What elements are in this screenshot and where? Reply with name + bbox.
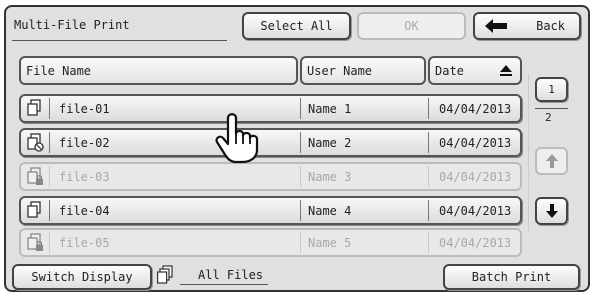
column-header-user-name[interactable]: User Name [300,56,426,85]
document-icon [27,201,41,218]
table-row: file-05 Name 5 04/04/2013 [19,228,522,257]
back-button[interactable]: Back [473,12,581,40]
total-pages: 2 [545,111,552,124]
back-arrow-icon [485,19,507,33]
batch-print-button[interactable]: Batch Print [443,264,580,290]
row-divider [428,200,429,221]
row-divider [428,232,429,253]
ok-button[interactable]: OK [357,12,466,40]
row-user-name: Name 2 [308,135,352,150]
document-locked-icon [27,233,43,251]
row-date: 04/04/2013 [439,101,512,116]
row-icon-divider [49,166,50,187]
multiple-documents-icon [157,265,173,284]
row-date: 04/04/2013 [439,135,512,150]
column-header-file-name-label: File Name [26,63,92,78]
table-row[interactable]: file-02 Name 2 04/04/2013 [19,128,522,157]
row-icon-divider [49,132,50,153]
table-row[interactable]: file-04 Name 4 04/04/2013 [19,196,522,225]
row-divider [428,98,429,119]
row-file-name: file-04 [59,203,110,218]
row-user-name: Name 1 [308,101,352,116]
scroll-down-button[interactable] [535,197,568,225]
title-underline [12,40,227,41]
switch-display-button[interactable]: Switch Display [12,264,152,290]
row-file-name: file-01 [59,101,110,116]
page-number-button[interactable]: 1 [535,77,568,102]
current-page: 1 [548,83,555,96]
row-icon-divider [49,200,50,221]
row-icon-divider [49,98,50,119]
row-divider [428,132,429,153]
arrow-up-icon [545,154,558,168]
document-blocked-icon [27,133,44,152]
page-fraction-line [535,108,568,109]
row-divider [300,166,301,187]
row-user-name: Name 4 [308,203,352,218]
row-date: 04/04/2013 [439,203,512,218]
ok-label: OK [404,19,419,33]
hand-pointer-icon [215,113,259,164]
column-header-date-label: Date [435,63,464,78]
select-all-button[interactable]: Select All [242,12,351,40]
row-divider [300,232,301,253]
row-file-name: file-05 [59,235,110,250]
row-divider [300,132,301,153]
row-user-name: Name 5 [308,235,352,250]
display-mode-underline [180,284,268,285]
row-divider [428,166,429,187]
row-divider [300,98,301,119]
row-divider [300,200,301,221]
column-header-date[interactable]: Date [428,56,522,85]
table-row: file-03 Name 3 04/04/2013 [19,162,522,191]
document-icon [27,99,41,116]
row-date: 04/04/2013 [439,235,512,250]
sort-ascending-icon [500,65,512,76]
switch-display-label: Switch Display [31,270,133,284]
display-mode-label: All Files [198,268,264,282]
table-row[interactable]: file-01 Name 1 04/04/2013 [19,94,522,123]
scroll-up-button[interactable] [535,147,568,175]
row-icon-divider [49,232,50,253]
batch-print-label: Batch Print [471,270,552,284]
column-header-file-name[interactable]: File Name [19,56,298,85]
row-file-name: file-02 [59,135,110,150]
row-date: 04/04/2013 [439,169,512,184]
page-title: Multi-File Print [14,18,130,32]
back-label: Back [536,19,565,33]
row-file-name: file-03 [59,169,110,184]
row-user-name: Name 3 [308,169,352,184]
arrow-down-icon [545,204,558,218]
select-all-label: Select All [260,19,333,33]
column-header-user-name-label: User Name [307,63,373,78]
document-locked-icon [27,167,43,185]
